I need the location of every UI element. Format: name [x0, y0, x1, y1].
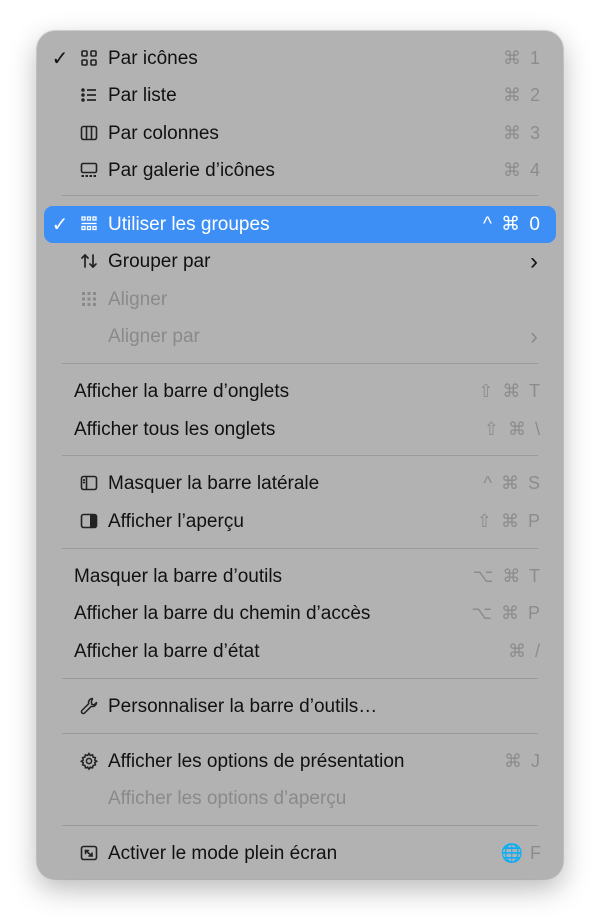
- menu-item-label: Afficher la barre du chemin d’accès: [74, 602, 371, 624]
- menu-item-label: Par liste: [108, 84, 177, 106]
- menu-item-label: Afficher les options d’aperçu: [108, 787, 347, 809]
- shortcut: ^ ⌘ 0: [482, 214, 542, 235]
- menu-separator: [62, 678, 538, 679]
- shortcut: ⌥ ⌘ P: [471, 603, 542, 623]
- sort-arrows-icon: [78, 250, 100, 272]
- sidebar-icon: [78, 472, 100, 494]
- shortcut: ⌘ 4: [502, 160, 542, 180]
- groups-icon: [78, 213, 100, 235]
- shortcut: 🌐 F: [500, 843, 542, 863]
- menu-item-label: Afficher tous les onglets: [74, 418, 276, 440]
- menu-separator: [62, 363, 538, 364]
- menu-item-label: Par icônes: [108, 47, 198, 69]
- menu-item-use-groups[interactable]: ✓ Utiliser les groupes ^ ⌘ 0: [44, 206, 556, 243]
- menu-item-show-preview[interactable]: Afficher l’aperçu ⇧ ⌘ P: [44, 503, 556, 540]
- shortcut: ⌥ ⌘ T: [472, 566, 542, 586]
- menu-separator: [62, 825, 538, 826]
- menu-item-label: Masquer la barre d’outils: [74, 565, 283, 587]
- gear-icon: [78, 750, 100, 772]
- menu-item-enter-full-screen[interactable]: Activer le mode plein écran 🌐 F: [44, 835, 556, 872]
- submenu-chevron-icon: ›: [530, 322, 540, 350]
- menu-item-label: Afficher les options de présentation: [108, 750, 405, 772]
- menu-item-align-by: Aligner par ›: [44, 318, 556, 355]
- menu-item-customize-toolbar[interactable]: Personnaliser la barre d’outils…: [44, 688, 556, 725]
- menu-item-hide-sidebar[interactable]: Masquer la barre latérale ^ ⌘ S: [44, 465, 556, 502]
- shortcut: ⌘ /: [507, 641, 542, 661]
- shortcut: ⌘ 2: [502, 85, 542, 105]
- shortcut: ⌘ 3: [502, 123, 542, 143]
- menu-item-hide-toolbar[interactable]: Masquer la barre d’outils ⌥ ⌘ T: [44, 558, 556, 595]
- menu-item-show-path-bar[interactable]: Afficher la barre du chemin d’accès ⌥ ⌘ …: [44, 595, 556, 632]
- list-icon: [78, 84, 100, 106]
- menu-separator: [62, 455, 538, 456]
- shortcut: ⌘ J: [503, 751, 542, 771]
- menu-item-label: Personnaliser la barre d’outils…: [108, 695, 378, 717]
- menu-item-show-preview-options: Afficher les options d’aperçu: [44, 780, 556, 817]
- checkmark: ✓: [51, 48, 69, 70]
- shortcut: ⇧ ⌘ T: [478, 381, 542, 401]
- menu-item-label: Afficher la barre d’état: [74, 640, 260, 662]
- menu-item-as-columns[interactable]: Par colonnes ⌘ 3: [44, 115, 556, 152]
- grid-icon: [78, 47, 100, 69]
- checkmark: ✓: [51, 214, 69, 236]
- menu-item-group-by[interactable]: Grouper par ›: [44, 243, 556, 280]
- menu-item-label: Aligner par: [108, 325, 200, 347]
- menu-item-label: Activer le mode plein écran: [108, 842, 338, 864]
- menu-item-label: Aligner: [108, 288, 168, 310]
- fullscreen-icon: [78, 842, 100, 864]
- menu-item-show-tab-bar[interactable]: Afficher la barre d’onglets ⇧ ⌘ T: [44, 373, 556, 410]
- wrench-icon: [78, 695, 100, 717]
- menu-item-as-gallery[interactable]: Par galerie d’icônes ⌘ 4: [44, 152, 556, 189]
- menu-item-label: Afficher l’aperçu: [108, 510, 244, 532]
- view-menu: ✓ Par icônes ⌘ 1 Par liste ⌘ 2 Par colon…: [37, 31, 563, 879]
- submenu-chevron-icon: ›: [530, 247, 540, 275]
- menu-item-label: Utiliser les groupes: [108, 213, 270, 235]
- menu-separator: [62, 548, 538, 549]
- gallery-icon: [78, 159, 100, 181]
- menu-item-show-view-options[interactable]: Afficher les options de présentation ⌘ J: [44, 743, 556, 780]
- menu-item-show-all-tabs[interactable]: Afficher tous les onglets ⇧ ⌘ \: [44, 411, 556, 448]
- align-grid-icon: [78, 288, 100, 310]
- menu-item-label: Masquer la barre latérale: [108, 472, 320, 494]
- menu-item-label: Afficher la barre d’onglets: [74, 380, 290, 402]
- menu-item-show-status-bar[interactable]: Afficher la barre d’état ⌘ /: [44, 633, 556, 670]
- menu-item-as-list[interactable]: Par liste ⌘ 2: [44, 77, 556, 114]
- menu-separator: [62, 733, 538, 734]
- menu-item-as-icons[interactable]: ✓ Par icônes ⌘ 1: [44, 40, 556, 77]
- shortcut: ^ ⌘ S: [483, 473, 542, 493]
- menu-item-align: Aligner: [44, 281, 556, 318]
- menu-item-label: Par colonnes: [108, 122, 219, 144]
- shortcut: ⇧ ⌘ P: [476, 511, 542, 531]
- shortcut: ⌘ 1: [502, 48, 542, 68]
- columns-icon: [78, 122, 100, 144]
- menu-item-label: Par galerie d’icônes: [108, 159, 275, 181]
- menu-separator: [62, 195, 538, 196]
- shortcut: ⇧ ⌘ \: [483, 419, 542, 439]
- preview-pane-icon: [78, 510, 100, 532]
- menu-item-label: Grouper par: [108, 250, 211, 272]
